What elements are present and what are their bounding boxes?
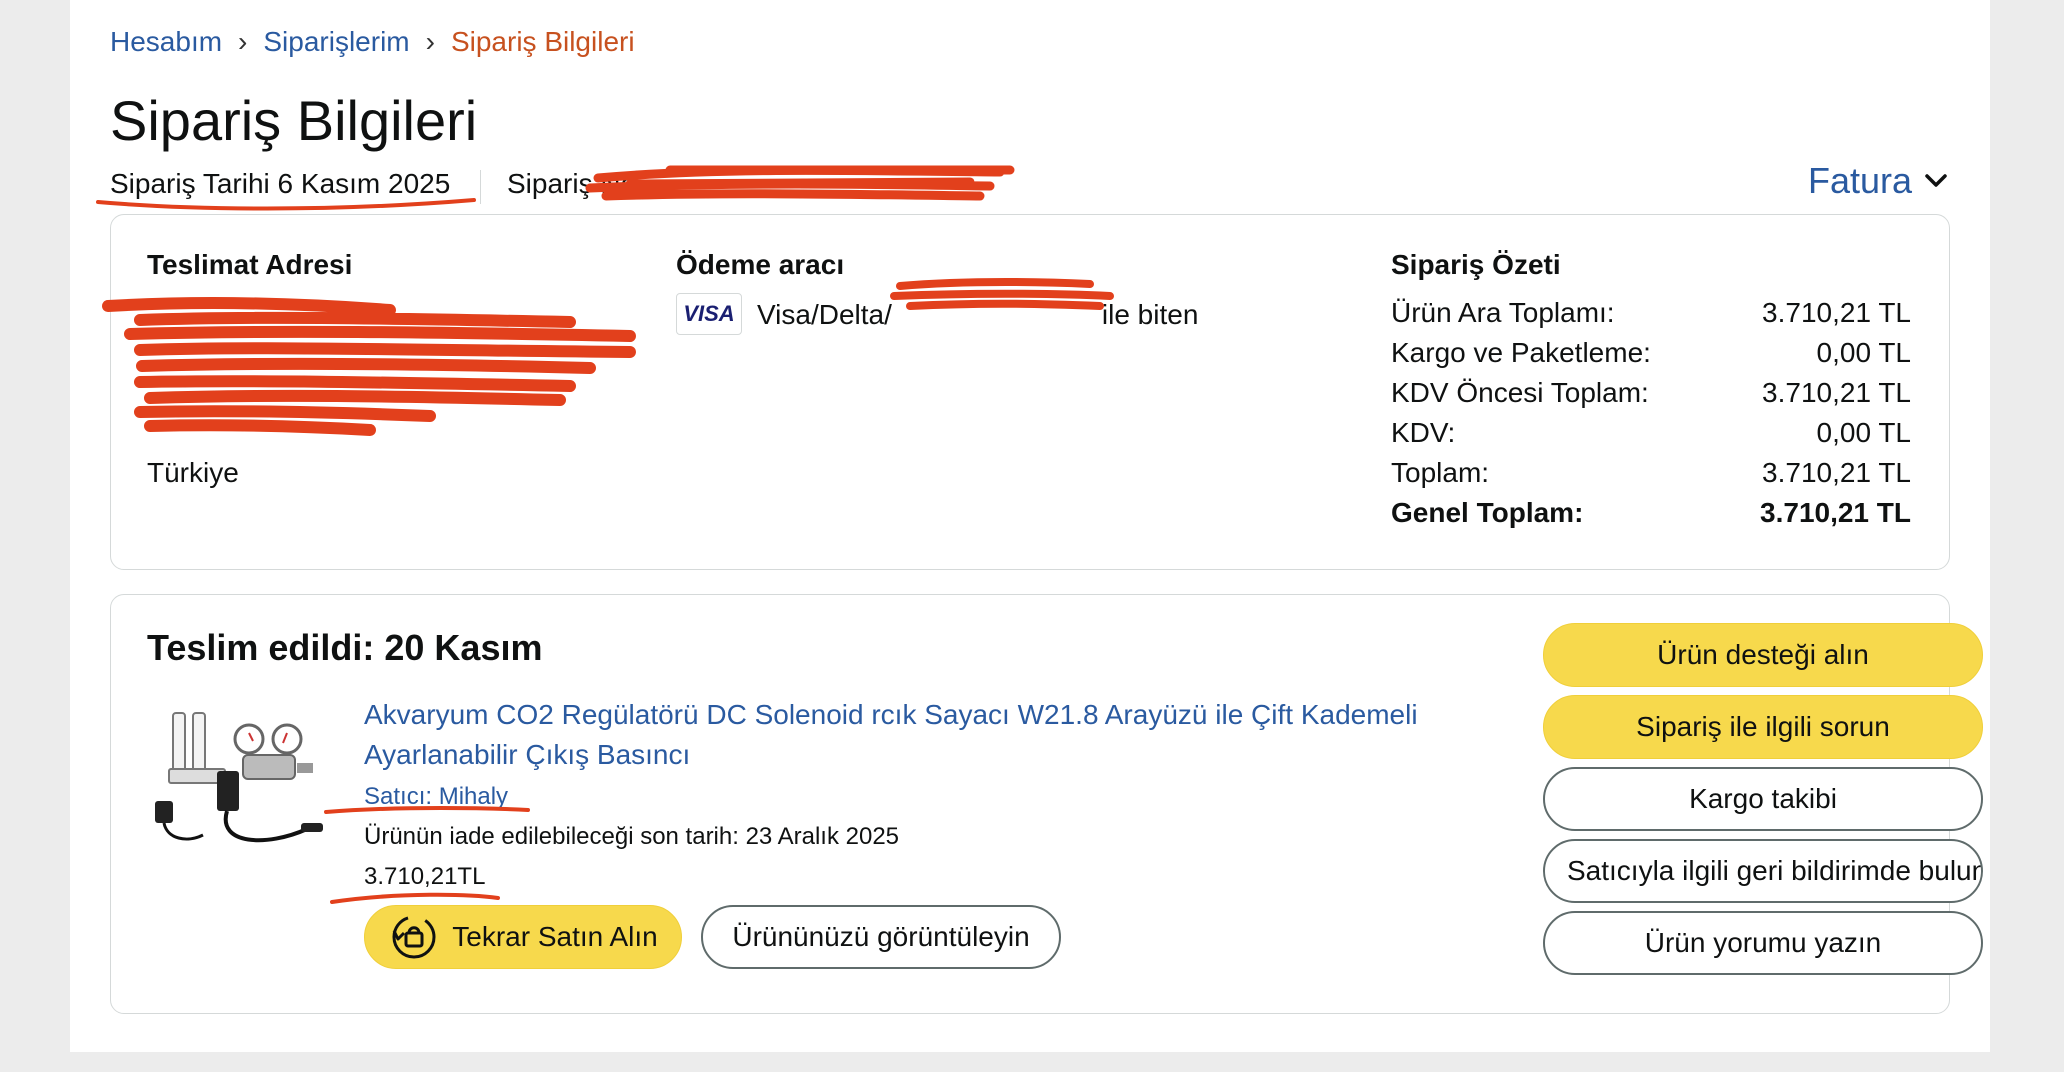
summary-row-grand-total: Genel Toplam: 3.710,21 TL — [1391, 497, 1911, 529]
summary-value: 0,00 TL — [1816, 337, 1911, 368]
seller-feedback-button[interactable]: Satıcıyla ilgili geri bildirimde bulunun — [1543, 839, 1983, 903]
shipping-country: Türkiye — [147, 457, 239, 488]
order-date: Sipariş Tarihi 6 Kasım 2025 — [110, 168, 451, 199]
order-summary-heading: Sipariş Özeti — [1391, 249, 1561, 280]
payment-card-type: Visa/Delta/ — [757, 299, 892, 330]
shipping-address-heading: Teslimat Adresi — [147, 249, 353, 280]
summary-value: 0,00 TL — [1816, 417, 1911, 448]
breadcrumb-current: Sipariş Bilgileri — [450, 26, 635, 57]
summary-row-subtotal: Ürün Ara Toplamı: 3.710,21 TL — [1391, 297, 1911, 329]
view-item-button[interactable]: Ürününüzü görüntüleyin — [701, 905, 1061, 969]
track-package-label: Kargo takibi — [1689, 783, 1837, 814]
order-summary-table: Ürün Ara Toplamı: 3.710,21 TL Kargo ve Pa… — [1391, 297, 1911, 537]
write-review-button[interactable]: Ürün yorumu yazın — [1543, 911, 1983, 975]
summary-label: Ürün Ara Toplamı: — [1391, 297, 1615, 328]
summary-value: 3.710,21 TL — [1762, 457, 1911, 488]
buy-again-button[interactable]: Tekrar Satın Alın — [364, 905, 682, 969]
order-number-redaction — [585, 165, 1015, 201]
summary-row-shipping: Kargo ve Paketleme: 0,00 TL — [1391, 337, 1911, 369]
breadcrumb-orders-link[interactable]: Siparişlerim — [263, 26, 409, 57]
buy-again-icon — [392, 915, 436, 959]
chevron-down-icon — [1925, 174, 1947, 187]
invoice-label: Fatura — [1807, 160, 1912, 201]
summary-value: 3.710,21 TL — [1762, 377, 1911, 408]
item-price: 3.710,21TL — [364, 863, 486, 890]
summary-value: 3.710,21 TL — [1760, 497, 1911, 528]
summary-label: KDV Öncesi Toplam: — [1391, 377, 1649, 408]
payment-method-heading: Ödeme aracı — [676, 249, 845, 280]
order-details-page: Hesabım › Siparişlerim › Sipariş Bilgileri S… — [70, 0, 1990, 1052]
invoice-dropdown[interactable]: Fatura — [1808, 160, 1948, 202]
summary-label: Kargo ve Paketleme: — [1391, 337, 1651, 368]
order-summary-card: Teslimat Adresi Türkiye Ödeme aracı VISA… — [110, 214, 1950, 570]
summary-label: Toplam: — [1391, 457, 1490, 488]
summary-value: 3.710,21 TL — [1762, 297, 1911, 328]
breadcrumb: Hesabım › Siparişlerim › Sipariş Bilgileri — [110, 26, 635, 58]
breadcrumb-separator: › — [425, 26, 435, 57]
breadcrumb-account-link[interactable]: Hesabım — [110, 26, 222, 57]
visa-card-icon: VISA — [676, 293, 742, 335]
page-title: Sipariş Bilgileri — [110, 89, 478, 152]
payment-card-suffix: ile biten — [1101, 299, 1199, 330]
shipment-card: Teslim edildi: 20 Kasım Akvaryum CO2 Reg… — [110, 594, 1983, 1014]
seller-link[interactable]: Satıcı: Mihaly — [364, 783, 508, 811]
breadcrumb-separator: › — [238, 26, 248, 57]
summary-row-vat: KDV: 0,00 TL — [1391, 417, 1911, 449]
summary-label: Genel Toplam: — [1391, 497, 1584, 528]
write-review-label: Ürün yorumu yazın — [1644, 927, 1882, 958]
summary-row-pretax: KDV Öncesi Toplam: 3.710,21 TL — [1391, 377, 1911, 409]
order-number: Sipariş No — [507, 168, 636, 200]
return-deadline: Ürünün iade edilebileceği son tarih: 23 … — [364, 823, 900, 850]
product-support-button[interactable]: Ürün desteği alın — [1543, 623, 1983, 687]
product-title-link[interactable]: Akvaryum CO2 Regülatörü DC Solenoid rcık… — [364, 695, 1424, 775]
order-problem-label: Sipariş ile ilgili sorun — [1636, 711, 1890, 742]
meta-divider — [480, 170, 481, 204]
view-item-label: Ürününüzü görüntüleyin — [732, 921, 1030, 952]
co2-regulator-image — [155, 712, 323, 843]
product-image[interactable] — [147, 705, 327, 855]
summary-label: KDV: — [1391, 417, 1456, 448]
order-problem-button[interactable]: Sipariş ile ilgili sorun — [1543, 695, 1983, 759]
track-package-button[interactable]: Kargo takibi — [1543, 767, 1983, 831]
product-support-label: Ürün desteği alın — [1657, 639, 1869, 670]
summary-row-total: Toplam: 3.710,21 TL — [1391, 457, 1911, 489]
delivery-status: Teslim edildi: 20 Kasım — [147, 627, 543, 668]
seller-feedback-label: Satıcıyla ilgili geri bildirimde bulunun — [1567, 855, 1983, 886]
order-date-underline — [96, 198, 476, 211]
payment-card-text: Visa/Delta/ile biten — [757, 299, 1198, 331]
buy-again-label: Tekrar Satın Alın — [452, 921, 658, 952]
order-number-label: Sipariş No — [507, 168, 637, 199]
